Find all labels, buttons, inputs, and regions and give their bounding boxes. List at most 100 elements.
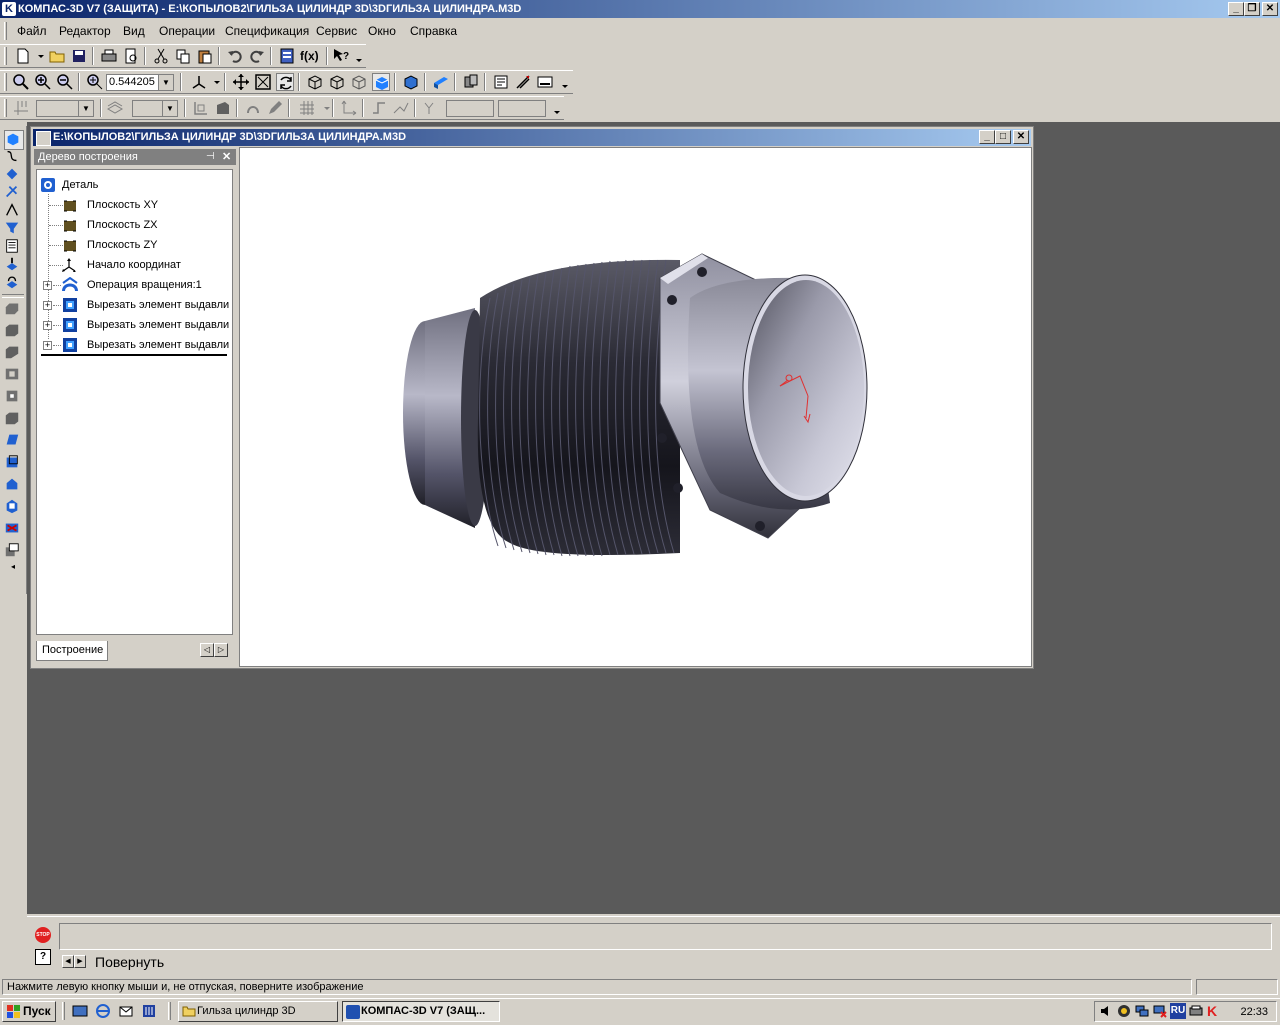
menu-help[interactable]: Справка: [410, 24, 457, 38]
tree-item-revolve[interactable]: + Операция вращения:1: [37, 275, 232, 295]
tab-build[interactable]: Построение: [36, 641, 108, 661]
cut-rotation-icon[interactable]: [4, 410, 22, 428]
layer-dropdown-icon[interactable]: ▼: [162, 101, 177, 116]
filter-page-icon[interactable]: [4, 220, 22, 238]
paste-icon[interactable]: [196, 47, 214, 65]
style-field[interactable]: ▼: [36, 100, 94, 117]
view-toolbar-dropdown-icon[interactable]: [556, 73, 568, 91]
antivirus-icon[interactable]: [1117, 1004, 1131, 1018]
coordinates-icon[interactable]: [422, 99, 440, 117]
help-dropdown-icon[interactable]: [350, 47, 362, 65]
menu-window[interactable]: Окно: [368, 24, 396, 38]
toolbar-grip[interactable]: [4, 73, 7, 91]
hidden-lines-icon[interactable]: [328, 73, 346, 91]
measure-tools-icon[interactable]: [514, 73, 532, 91]
language-indicator[interactable]: RU: [1170, 1003, 1186, 1019]
doc-close-button[interactable]: ✕: [1013, 130, 1029, 144]
coordinate-x-field[interactable]: [446, 100, 494, 117]
network-icon[interactable]: [1135, 1004, 1149, 1018]
kompas-app-icon[interactable]: [2, 0, 16, 18]
tab-scroll-right-icon[interactable]: ▷: [214, 643, 228, 657]
display-settings-icon[interactable]: [536, 73, 554, 91]
sheet-metal-page-icon[interactable]: [4, 256, 22, 274]
zoom-scale-icon[interactable]: [86, 73, 104, 91]
volume-icon[interactable]: [1099, 1004, 1113, 1018]
toolbar-grip[interactable]: [4, 99, 7, 117]
task-kompas[interactable]: КОМПАС-3D V7 (ЗАЩ...: [342, 1001, 500, 1022]
function-button[interactable]: f(x): [300, 47, 322, 65]
menu-service[interactable]: Сервис: [316, 24, 357, 38]
model-viewport[interactable]: [239, 147, 1032, 667]
variables-icon[interactable]: [278, 47, 296, 65]
extrude-icon[interactable]: [4, 300, 22, 318]
expand-icon[interactable]: +: [43, 281, 52, 290]
layer-field[interactable]: ▼: [132, 100, 178, 117]
menu-view[interactable]: Вид: [123, 24, 145, 38]
loft-icon[interactable]: [4, 366, 22, 384]
hidden-lines-thin-icon[interactable]: [350, 73, 368, 91]
show-desktop-icon[interactable]: [72, 1003, 88, 1019]
cmd-tab-left-icon[interactable]: ◀: [62, 955, 74, 968]
quicklaunch-grip[interactable]: [62, 1002, 65, 1020]
style-dropdown-icon[interactable]: ▼: [78, 101, 93, 116]
tree-item-cut-2[interactable]: + Вырезать элемент выдавли: [37, 315, 232, 335]
wireframe-icon[interactable]: [306, 73, 324, 91]
print-preview-icon[interactable]: [122, 47, 140, 65]
task-folder[interactable]: Гильза цилиндр 3D: [178, 1001, 338, 1022]
orientation-dropdown-icon[interactable]: [208, 73, 220, 91]
menu-operations[interactable]: Операции: [159, 24, 215, 38]
snap-icon[interactable]: [370, 99, 388, 117]
expand-icon[interactable]: +: [43, 321, 52, 330]
minimize-button[interactable]: _: [1228, 2, 1244, 16]
menu-edit[interactable]: Редактор: [59, 24, 111, 38]
mirror-icon[interactable]: [4, 520, 22, 538]
tree-item-origin[interactable]: Начало координат: [37, 255, 232, 275]
shaded-edges-icon[interactable]: [402, 73, 420, 91]
tasks-grip[interactable]: [168, 1002, 171, 1020]
new-file-icon[interactable]: [14, 47, 32, 65]
ortho-icon[interactable]: [340, 99, 358, 117]
rotate-icon[interactable]: [276, 73, 294, 91]
orientation-icon[interactable]: [190, 73, 208, 91]
toolbar-grip[interactable]: [4, 47, 7, 65]
tab-rotate[interactable]: Повернуть: [95, 953, 175, 971]
array-icon[interactable]: [4, 498, 22, 516]
rib-icon[interactable]: [4, 476, 22, 494]
sketch-icon[interactable]: [192, 99, 210, 117]
coordinate-y-field[interactable]: [498, 100, 546, 117]
expand-icon[interactable]: +: [43, 341, 52, 350]
rotation-icon[interactable]: [4, 322, 22, 340]
tree-item-cut-1[interactable]: + Вырезать элемент выдавли: [37, 295, 232, 315]
fit-all-icon[interactable]: [254, 73, 272, 91]
save-icon[interactable]: [70, 47, 88, 65]
app-title-bar[interactable]: КОМПАС-3D V7 (ЗАЩИТА) - E:\КОПЫЛОВ2\ГИЛЬ…: [0, 0, 1280, 18]
menu-file[interactable]: Файл: [17, 24, 47, 38]
menu-specification[interactable]: Спецификация: [225, 24, 309, 38]
outlook-express-icon[interactable]: [118, 1003, 134, 1019]
redo-icon[interactable]: [248, 47, 266, 65]
editing-page-icon[interactable]: [4, 130, 24, 150]
assembly-page-icon[interactable]: [4, 274, 22, 292]
network-disconnected-icon[interactable]: [1153, 1004, 1167, 1018]
command-field[interactable]: [59, 923, 1272, 950]
copy-icon[interactable]: [174, 47, 192, 65]
tree-item-plane-zx[interactable]: Плоскость ZX: [37, 215, 232, 235]
zoom-in-icon[interactable]: [34, 73, 52, 91]
scanner-icon[interactable]: [1189, 1004, 1203, 1018]
menu-grip[interactable]: [4, 22, 7, 40]
auxiliary-geometry-icon[interactable]: [4, 184, 22, 202]
tab-scroll-left-icon[interactable]: ◁: [200, 643, 214, 657]
layer-icon[interactable]: [106, 99, 124, 117]
section-view-icon[interactable]: [462, 73, 480, 91]
document-title-bar[interactable]: E:\КОПЫЛОВ2\ГИЛЬЗА ЦИЛИНДР 3D\3DГИЛЬЗА Ц…: [33, 129, 1031, 146]
shell-icon[interactable]: [4, 454, 22, 472]
specification-page-icon[interactable]: [4, 238, 22, 256]
kinematic-icon[interactable]: [4, 344, 22, 362]
cursor-snap-icon[interactable]: [392, 99, 410, 117]
zoom-window-icon[interactable]: [12, 73, 30, 91]
shaded-icon[interactable]: [372, 73, 390, 91]
tree-close-icon[interactable]: ✕: [222, 149, 231, 165]
undo-icon[interactable]: [226, 47, 244, 65]
doc-maximize-button[interactable]: □: [995, 130, 1011, 144]
edit-point-icon[interactable]: [244, 99, 262, 117]
